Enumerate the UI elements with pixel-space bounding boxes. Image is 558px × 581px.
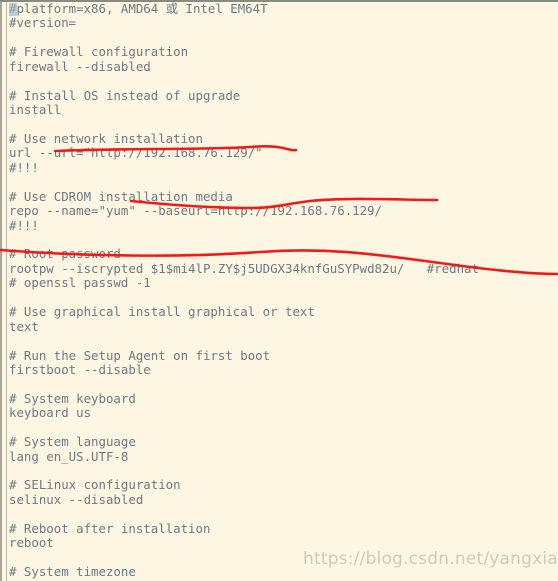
code-line: # Reboot after installation — [9, 520, 211, 536]
code-line: rootpw --iscrypted $1$mi4lP.ZY$j5UDGX34k… — [9, 260, 479, 276]
code-line: # Root password — [9, 246, 121, 262]
watermark-text: https://blog.csdn.net/yangxiaoyan12 — [303, 549, 558, 569]
code-line: firewall --disabled — [9, 58, 151, 74]
code-line: #platform=x86, AMD64 或 Intel EM64T — [9, 1, 268, 16]
code-line: # SELinux configuration — [9, 477, 181, 493]
code-line: # Use graphical install graphical or tex… — [9, 304, 315, 320]
code-line: # System language — [9, 434, 136, 450]
text-cursor — [9, 3, 17, 16]
code-line: #!!! — [9, 159, 39, 175]
code-line: lang en_US.UTF-8 — [9, 448, 129, 464]
code-line: text — [9, 318, 39, 334]
code-line: #!!! — [9, 217, 39, 233]
code-line: selinux --disabled — [9, 491, 144, 507]
code-line: # Run the Setup Agent on first boot — [9, 347, 271, 363]
code-line: url --url="http://192.168.76.129/" — [9, 145, 263, 161]
code-line: repo --name="yum" --baseurl=http://192.1… — [9, 203, 382, 219]
code-line: #version= — [9, 15, 77, 31]
code-line: # Install OS instead of upgrade — [9, 87, 241, 103]
code-line: # Firewall configuration — [9, 44, 189, 60]
code-content[interactable]: #platform=x86, AMD64 或 Intel EM64T #versi… — [9, 1, 558, 581]
code-line: # openssl passwd -1 — [9, 275, 151, 291]
code-line: install — [9, 102, 62, 118]
editor-top-border — [0, 0, 558, 2]
code-line: # Use network installation — [9, 130, 203, 146]
code-line: # Use CDROM installation media — [9, 188, 233, 204]
editor-window: #platform=x86, AMD64 或 Intel EM64T #versi… — [0, 0, 558, 581]
editor-left-edge — [0, 0, 2, 581]
code-line: # System keyboard — [9, 390, 136, 406]
code-line: firstboot --disable — [9, 361, 151, 377]
code-line: keyboard us — [9, 405, 92, 421]
